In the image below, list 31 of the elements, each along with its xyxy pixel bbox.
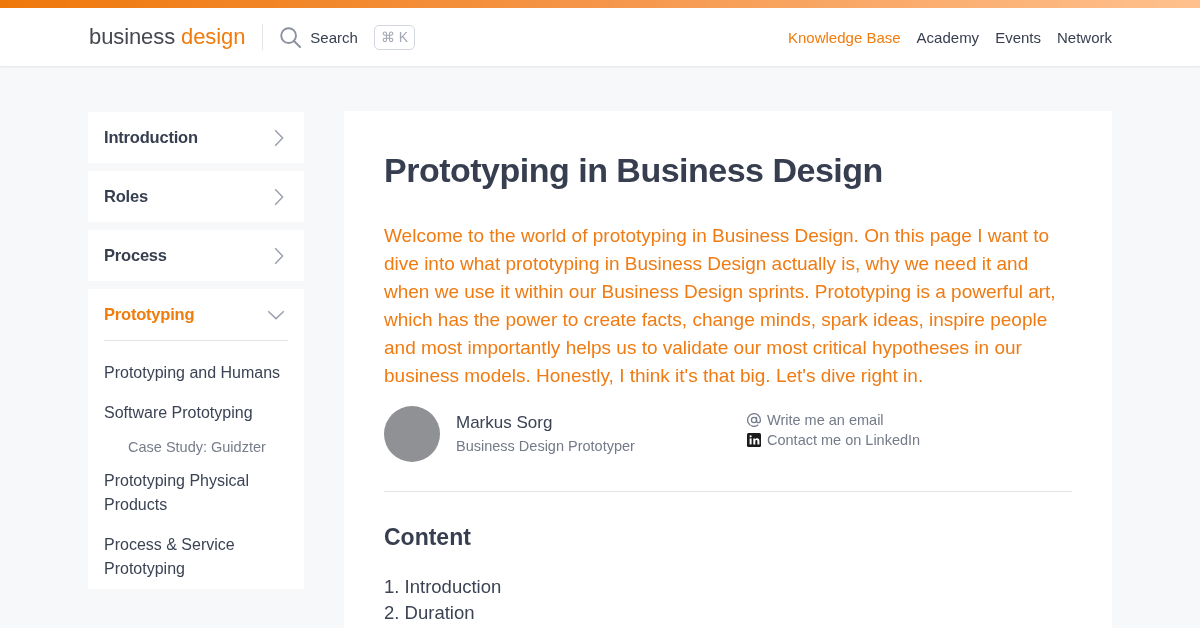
nav-link[interactable]: Prototyping and Humans [104, 353, 288, 393]
section-toggle[interactable]: Process [88, 230, 304, 281]
section-toggle[interactable]: Introduction [88, 112, 304, 163]
nav-link[interactable]: Network [1057, 28, 1112, 46]
nav-link[interactable]: Prototyping Physical Products [104, 461, 288, 525]
avatar-placeholder [384, 406, 440, 462]
chevron-right-icon [274, 128, 284, 147]
nav-link[interactable]: Academy [916, 28, 980, 46]
nav-sublink[interactable]: Case Study: Guidzter [104, 433, 288, 461]
logo[interactable]: business design [89, 24, 246, 50]
shortcut-hint: ⌘ K [373, 24, 416, 50]
chevron-right-icon [274, 246, 284, 265]
chevron-down-icon [267, 309, 285, 320]
contents-link[interactable]: 2. Duration [384, 600, 1072, 626]
nav-link[interactable]: Process & Service Prototyping [104, 525, 288, 589]
author-name: Markus Sorg [456, 412, 554, 434]
chevron-right-icon [274, 187, 284, 206]
at-sign-icon [747, 413, 761, 427]
linkedin-icon [747, 433, 761, 447]
linkedin-link[interactable]: Contact me on LinkedIn [747, 430, 921, 450]
page-title: Prototyping in Business Design [384, 150, 884, 191]
section-heading: Content [384, 523, 472, 552]
nav-link[interactable]: Events [995, 28, 1041, 46]
intro-paragraph: Welcome to the world of prototyping in Business Design. On this page I want to dive into what prototyping in Business Design actually is, why we need it and when we use it within our Business Design sprints. Prototyping is a powerful art, which has the power to create facts, change minds, spark ideas, inspire people and most importantly helps us to validate our most critical hypotheses in our business models. Honestly, I think it's that big. Let's dive right in. [384, 224, 1057, 388]
nav-link[interactable]: Software Prototyping [104, 393, 288, 433]
section-toggle[interactable]: Roles [88, 171, 304, 222]
search-button[interactable]: Search [280, 26, 358, 48]
email-link[interactable]: Write me an email [747, 410, 921, 430]
author-role: Business Design Prototyper [456, 437, 635, 456]
contents-link[interactable]: 1. Introduction [384, 574, 1072, 600]
search-icon [280, 26, 302, 48]
